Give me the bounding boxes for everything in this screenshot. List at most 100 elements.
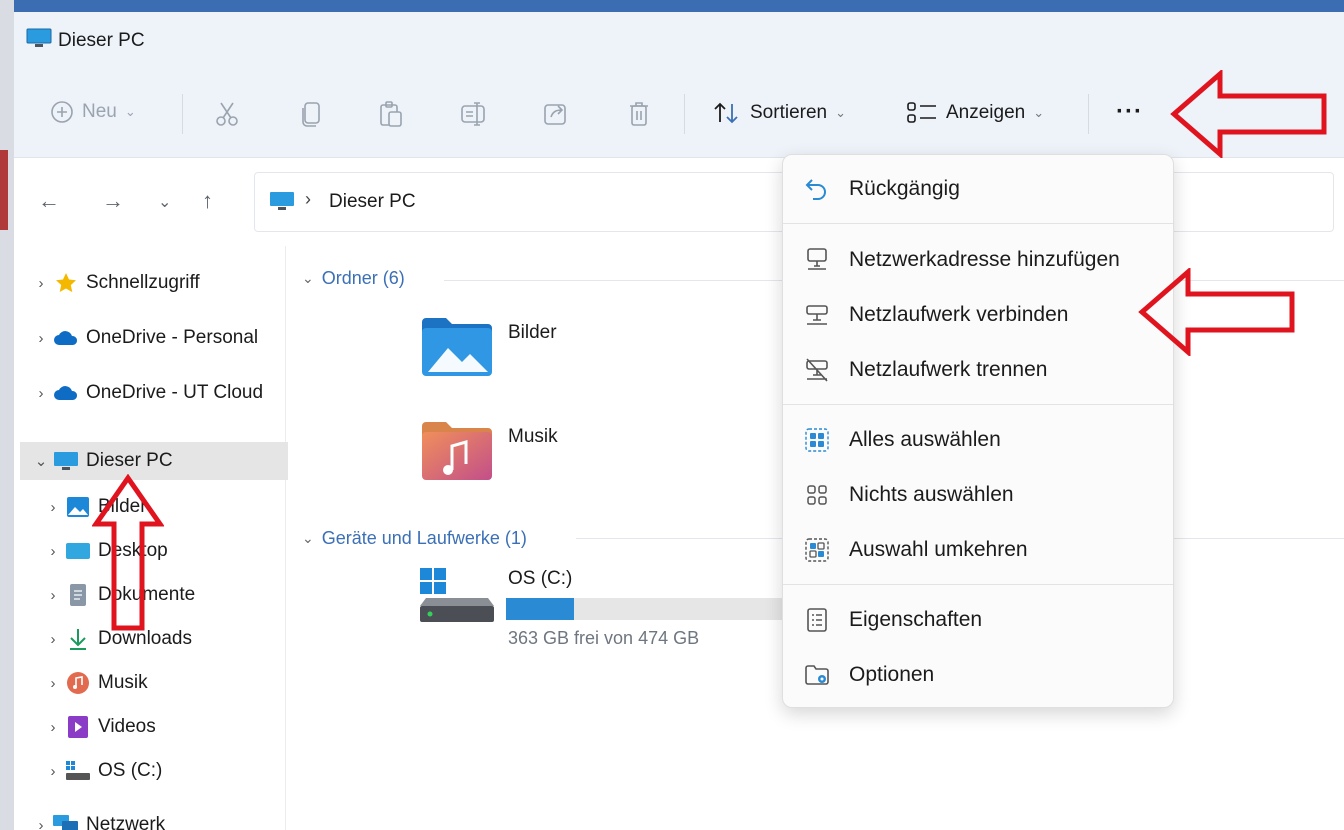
sort-button[interactable]: Sortieren ⌄ <box>712 100 846 126</box>
folder-name: Bilder <box>508 322 557 343</box>
new-button[interactable]: Neu ⌄ <box>50 100 136 124</box>
share-icon[interactable] <box>542 100 570 128</box>
expand-chevron-icon[interactable]: › <box>30 385 52 402</box>
menu-item-disconnect-network-drive[interactable]: Netzlaufwerk trennen <box>783 347 1173 393</box>
sort-button-label: Sortieren <box>750 102 828 123</box>
menu-item-label: Nichts auswählen <box>849 483 1014 506</box>
sidebar-item-label: OneDrive - UT Cloud <box>86 382 264 403</box>
expand-chevron-icon[interactable]: › <box>42 719 64 736</box>
window-title: Dieser PC <box>58 30 145 51</box>
music-folder-icon <box>422 422 492 480</box>
drive-name: OS (C:) <box>508 568 573 589</box>
menu-item-label: Optionen <box>849 663 935 686</box>
menu-item-invert-selection[interactable]: Auswahl umkehren <box>783 527 1173 573</box>
up-arrow-icon[interactable]: ↑ <box>202 188 213 214</box>
menu-item-label: Auswahl umkehren <box>849 538 1028 561</box>
map-drive-icon <box>803 301 831 329</box>
menu-separator <box>783 404 1173 405</box>
annotation-arrow-up <box>92 474 164 631</box>
menu-item-properties[interactable]: Eigenschaften <box>783 597 1173 643</box>
sidebar-item-network[interactable]: › Netzwerk <box>14 806 282 830</box>
documents-icon <box>64 583 92 607</box>
expand-chevron-icon[interactable]: › <box>30 330 52 347</box>
menu-item-select-all[interactable]: Alles auswählen <box>783 417 1173 463</box>
sidebar-item-os-drive[interactable]: › OS (C:) <box>14 752 282 790</box>
paste-icon[interactable] <box>378 100 404 128</box>
menu-item-label: Netzlaufwerk verbinden <box>849 303 1069 326</box>
expand-chevron-icon[interactable]: › <box>42 763 64 780</box>
desktop-strip-top <box>0 0 1344 12</box>
menu-item-label: Eigenschaften <box>849 608 983 631</box>
drive-icon <box>420 568 494 622</box>
cloud-icon <box>52 381 80 405</box>
menu-item-select-none[interactable]: Nichts auswählen <box>783 472 1173 518</box>
menu-item-undo[interactable]: Rückgängig <box>783 166 1173 212</box>
chevron-down-icon: ⌄ <box>302 530 314 546</box>
forward-arrow-icon[interactable]: → <box>102 188 124 214</box>
menu-item-label: Netzwerkadresse hinzufügen <box>849 248 1120 271</box>
select-all-icon <box>803 426 831 454</box>
drive-free-space: 363 GB frei von 474 GB <box>508 628 700 648</box>
pictures-icon <box>64 495 92 519</box>
sidebar-item-onedrive-ut-cloud[interactable]: › OneDrive - UT Cloud <box>14 374 282 412</box>
group-header-devices[interactable]: ⌄ Geräte und Laufwerke (1) <box>302 528 527 549</box>
recent-locations-chevron-icon[interactable]: ⌄ <box>158 192 171 212</box>
view-button-label: Anzeigen <box>946 102 1026 123</box>
monitor-icon <box>26 28 52 47</box>
desktop-icon <box>64 539 92 563</box>
monitor-icon <box>52 449 80 473</box>
menu-separator <box>783 584 1173 585</box>
sidebar-item-videos[interactable]: › Videos <box>14 708 282 746</box>
delete-icon[interactable] <box>626 100 652 128</box>
more-options-icon: ··· <box>1116 98 1143 125</box>
toolbar-divider <box>684 94 685 134</box>
video-icon <box>64 715 92 739</box>
view-button[interactable]: Anzeigen ⌄ <box>906 100 1044 126</box>
drive-usage-bar <box>506 598 796 620</box>
expand-chevron-icon[interactable]: › <box>42 675 64 692</box>
menu-separator <box>783 223 1173 224</box>
sidebar-item-label: Schnellzugriff <box>86 272 200 293</box>
breadcrumb-this-pc[interactable]: Dieser PC <box>329 191 416 213</box>
expand-chevron-icon[interactable]: › <box>30 817 52 830</box>
chevron-down-icon: ⌄ <box>302 270 314 286</box>
menu-item-label: Rückgängig <box>849 177 960 200</box>
sidebar-item-music[interactable]: › Musik <box>14 664 282 702</box>
sidebar-item-label: Musik <box>98 672 148 693</box>
more-options-menu: Rückgängig Netzwerkadresse hinzufügen Ne… <box>782 154 1174 708</box>
group-header-folders[interactable]: ⌄ Ordner (6) <box>302 268 405 289</box>
new-button-label: Neu <box>82 101 117 122</box>
menu-item-label: Alles auswählen <box>849 428 1001 451</box>
network-location-icon <box>803 246 831 274</box>
copy-icon[interactable] <box>300 100 324 128</box>
sidebar-item-label: OneDrive - Personal <box>86 327 259 348</box>
menu-item-add-network-location[interactable]: Netzwerkadresse hinzufügen <box>783 237 1173 283</box>
sidebar-item-quick-access[interactable]: › Schnellzugriff <box>14 264 282 302</box>
collapse-chevron-icon[interactable]: ⌄ <box>30 452 52 470</box>
cloud-icon <box>52 326 80 350</box>
expand-chevron-icon[interactable]: › <box>42 499 64 516</box>
expand-chevron-icon[interactable]: › <box>30 275 52 292</box>
chevron-down-icon: ⌄ <box>124 104 136 119</box>
expand-chevron-icon[interactable]: › <box>42 543 64 560</box>
plus-circle-icon <box>51 101 73 123</box>
back-arrow-icon[interactable]: ← <box>38 188 60 214</box>
group-header-label: Geräte und Laufwerke (1) <box>321 528 527 548</box>
sidebar-item-label: OS (C:) <box>98 760 163 781</box>
monitor-icon <box>270 192 294 210</box>
command-bar: Neu ⌄ Sortieren ⌄ Anzeigen ⌄ ··· <box>14 70 1344 158</box>
expand-chevron-icon[interactable]: › <box>42 587 64 604</box>
menu-item-options[interactable]: Optionen <box>783 652 1173 698</box>
sort-icon <box>714 102 738 124</box>
network-icon <box>52 813 80 830</box>
drive-icon <box>64 759 92 783</box>
sidebar-item-onedrive-personal[interactable]: › OneDrive - Personal <box>14 319 282 357</box>
invert-selection-icon <box>803 536 831 564</box>
music-icon <box>64 671 92 695</box>
menu-item-map-network-drive[interactable]: Netzlaufwerk verbinden <box>783 292 1173 338</box>
more-options-button[interactable]: ··· <box>1116 98 1143 126</box>
rename-icon[interactable] <box>460 100 488 128</box>
sidebar-item-label: Dieser PC <box>86 450 173 471</box>
expand-chevron-icon[interactable]: › <box>42 631 64 648</box>
cut-icon[interactable] <box>214 100 240 128</box>
